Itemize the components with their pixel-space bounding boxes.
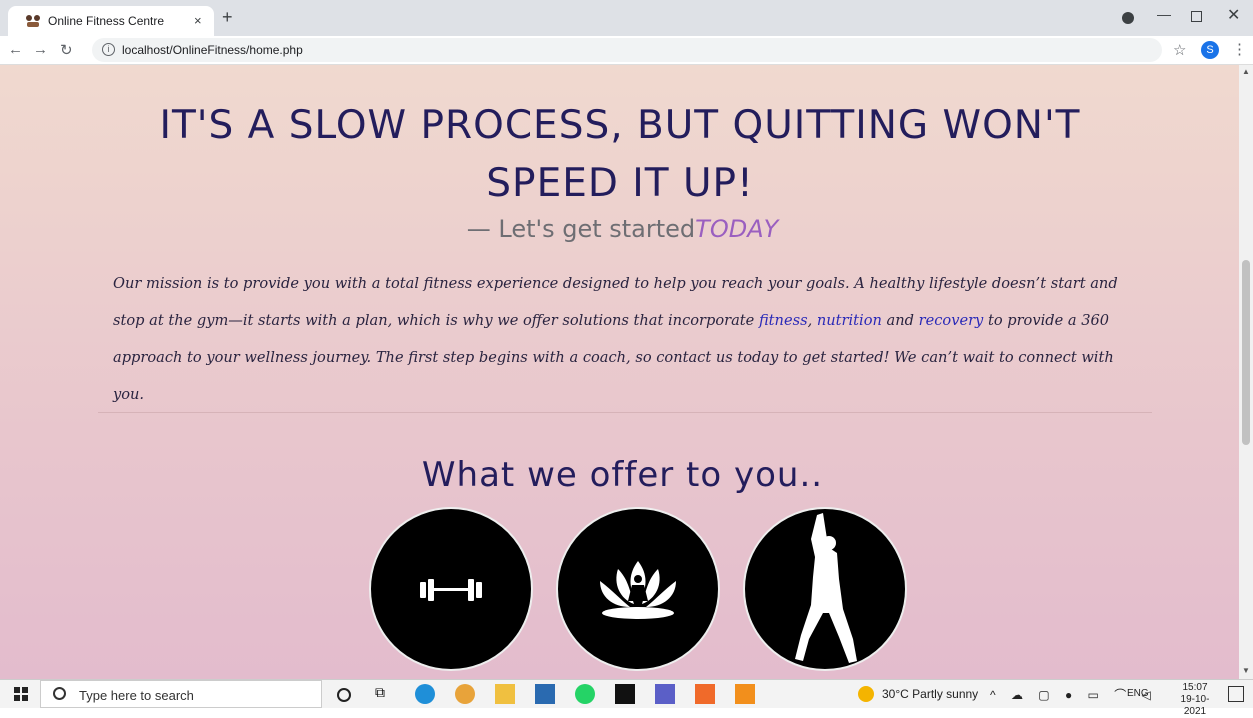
window-maximize-icon[interactable]	[1191, 11, 1202, 22]
edge-browser-icon[interactable]	[415, 684, 435, 704]
url-input[interactable]: i localhost/OnlineFitness/home.php	[92, 38, 1162, 62]
window-close-icon[interactable]: ✕	[1227, 5, 1240, 25]
search-icon	[53, 687, 66, 700]
dancer-silhouette-icon	[795, 513, 857, 663]
browser-tab-bar: Online Fitness Centre × + — ✕	[0, 0, 1253, 36]
kebab-menu-icon[interactable]: ⋮	[1232, 40, 1247, 58]
lotus-meditation-icon	[600, 561, 676, 619]
taskbar-search-input[interactable]: Type here to search	[40, 680, 322, 708]
section-divider	[98, 412, 1152, 413]
page-heading: IT'S A SLOW PROCESS, BUT QUITTING WON'T …	[159, 103, 1081, 206]
back-arrow-icon[interactable]: ←	[8, 41, 23, 58]
chrome-browser-icon[interactable]	[455, 684, 475, 704]
tagline-prefix: — Let's get started	[466, 215, 696, 243]
windows-start-icon[interactable]	[14, 687, 28, 701]
bookmark-star-icon[interactable]: ☆	[1173, 41, 1186, 59]
clock[interactable]: 15:07 19-10-2021	[1170, 682, 1220, 718]
scroll-down-icon[interactable]: ▼	[1242, 666, 1250, 675]
mail-icon[interactable]	[535, 684, 555, 704]
page-scrollbar[interactable]: ▲ ▼	[1239, 65, 1253, 679]
windows-taskbar: Type here to search ⧉ 30°C Partly sunny …	[0, 679, 1253, 717]
language-indicator[interactable]: ENG	[1127, 688, 1149, 699]
nutrition-link[interactable]: nutrition	[817, 312, 882, 329]
whatsapp-icon[interactable]	[575, 684, 595, 704]
mission-sep-2: and	[881, 312, 919, 329]
offer-title: What we offer to you..	[421, 455, 824, 495]
mission-paragraph: Our mission is to provide you with a tot…	[113, 265, 1143, 413]
offer-yoga-circle[interactable]	[556, 507, 720, 671]
fitness-favicon-icon	[26, 15, 40, 27]
file-explorer-icon[interactable]	[495, 684, 515, 704]
weather-sun-icon	[858, 686, 874, 702]
clock-time: 15:07	[1182, 682, 1208, 693]
weather-status[interactable]: 30°C Partly sunny	[882, 687, 978, 701]
fitness-link[interactable]: fitness	[759, 312, 808, 329]
offer-dance-circle[interactable]	[743, 507, 907, 671]
tagline-today: TODAY	[695, 215, 779, 243]
tab-title: Online Fitness Centre	[48, 14, 165, 28]
scroll-up-icon[interactable]: ▲	[1242, 67, 1250, 76]
forward-arrow-icon[interactable]: →	[33, 41, 48, 58]
tab-close-icon[interactable]: ×	[194, 13, 202, 28]
mission-sep-1: ,	[807, 312, 817, 329]
offer-fitness-circle[interactable]	[369, 507, 533, 671]
xampp-icon[interactable]	[695, 684, 715, 704]
sublime-text-icon[interactable]	[735, 684, 755, 704]
scroll-thumb[interactable]	[1242, 260, 1250, 445]
new-tab-icon[interactable]: +	[222, 7, 233, 27]
browser-tab[interactable]: Online Fitness Centre ×	[8, 6, 214, 36]
url-text: localhost/OnlineFitness/home.php	[122, 43, 303, 57]
netflix-icon[interactable]	[615, 684, 635, 704]
dumbbell-icon	[420, 579, 482, 601]
cortana-icon[interactable]	[337, 688, 351, 702]
recovery-link[interactable]: recovery	[919, 312, 984, 329]
address-bar: ← → ↻ i localhost/OnlineFitness/home.php…	[0, 36, 1253, 65]
page-viewport: IT'S A SLOW PROCESS, BUT QUITTING WON'T …	[0, 65, 1239, 679]
notification-center-icon[interactable]	[1228, 686, 1244, 702]
clock-date: 19-10-2021	[1180, 694, 1210, 717]
profile-indicator-icon[interactable]	[1122, 12, 1134, 24]
reload-icon[interactable]: ↻	[60, 41, 73, 59]
profile-avatar[interactable]: S	[1201, 41, 1219, 59]
tagline: — Let's get startedTODAY	[0, 215, 1239, 243]
task-view-icon[interactable]: ⧉	[375, 684, 395, 704]
teams-icon[interactable]	[655, 684, 675, 704]
window-minimize-icon[interactable]: —	[1157, 6, 1171, 22]
search-placeholder: Type here to search	[79, 688, 194, 703]
info-icon[interactable]: i	[102, 43, 115, 56]
